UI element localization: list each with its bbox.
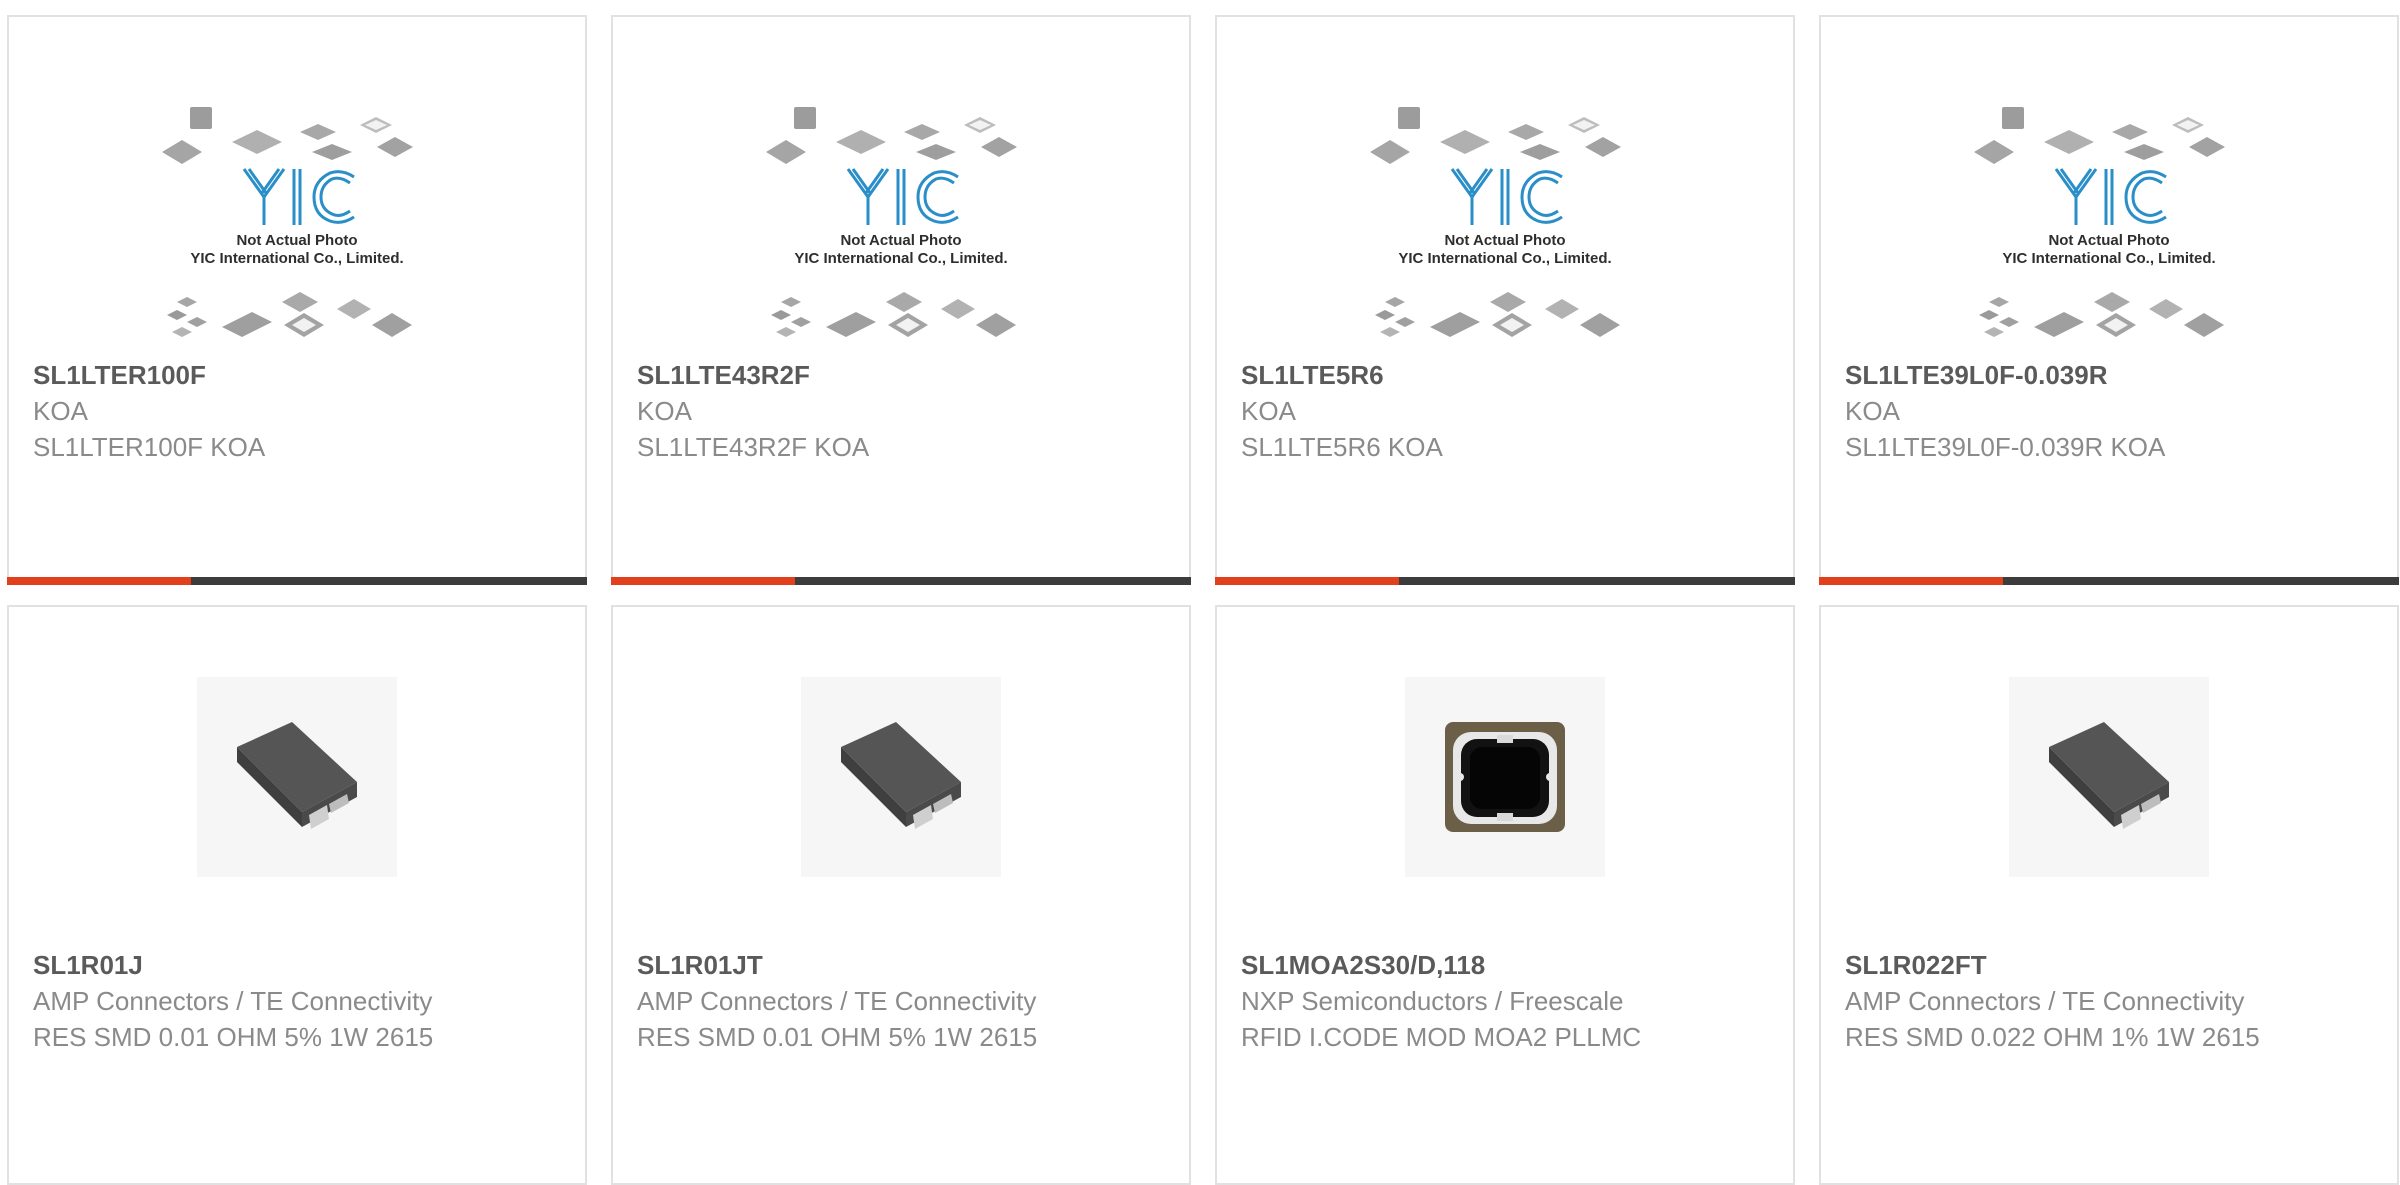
product-image[interactable] — [2009, 677, 2209, 877]
part-number[interactable]: SL1MOA2S30/D,118 — [1241, 947, 1769, 983]
description: RES SMD 0.01 OHM 5% 1W 2615 — [637, 1022, 1038, 1052]
product-image-placeholder[interactable] — [1360, 97, 1650, 355]
part-number[interactable]: SL1R022FT — [1845, 947, 2373, 983]
product-card[interactable]: SL1R01JT AMP Connectors / TE Connectivit… — [611, 605, 1191, 1185]
product-image-placeholder[interactable] — [1964, 97, 2254, 355]
product-info: SL1R01J AMP Connectors / TE Connectivity… — [33, 947, 561, 1055]
description: RFID I.CODE MOD MOA2 PLLMC — [1241, 1022, 1642, 1052]
description: SL1LTE39L0F-0.039R KOA — [1845, 432, 2166, 462]
product-info: SL1R01JT AMP Connectors / TE Connectivit… — [637, 947, 1165, 1055]
product-info: SL1LTE39L0F-0.039R KOA SL1LTE39L0F-0.039… — [1845, 357, 2373, 465]
manufacturer: NXP Semiconductors / Freescale — [1241, 986, 1624, 1016]
part-number[interactable]: SL1LTE39L0F-0.039R — [1845, 357, 2373, 393]
manufacturer: AMP Connectors / TE Connectivity — [637, 986, 1037, 1016]
product-info: SL1LTER100F KOA SL1LTER100F KOA — [33, 357, 561, 465]
product-card[interactable]: SL1MOA2S30/D,118 NXP Semiconductors / Fr… — [1215, 605, 1795, 1185]
part-number[interactable]: SL1R01J — [33, 947, 561, 983]
description: RES SMD 0.022 OHM 1% 1W 2615 — [1845, 1022, 2260, 1052]
card-footer-bar — [1215, 577, 1795, 585]
part-number[interactable]: SL1LTE43R2F — [637, 357, 1165, 393]
part-number[interactable]: SL1LTER100F — [33, 357, 561, 393]
product-card[interactable]: SL1LTE43R2F KOA SL1LTE43R2F KOA — [611, 15, 1191, 585]
manufacturer: AMP Connectors / TE Connectivity — [33, 986, 433, 1016]
card-footer-bar — [611, 577, 1191, 585]
product-card[interactable]: SL1R01J AMP Connectors / TE Connectivity… — [7, 605, 587, 1185]
card-accent-bar — [7, 577, 191, 585]
product-grid: SL1LTER100F KOA SL1LTER100F KOA SL1LTE43… — [0, 0, 2400, 1185]
product-card[interactable]: SL1LTE39L0F-0.039R KOA SL1LTE39L0F-0.039… — [1819, 15, 2399, 585]
manufacturer: AMP Connectors / TE Connectivity — [1845, 986, 2245, 1016]
product-info: SL1LTE5R6 KOA SL1LTE5R6 KOA — [1241, 357, 1769, 465]
product-info: SL1MOA2S30/D,118 NXP Semiconductors / Fr… — [1241, 947, 1769, 1055]
product-info: SL1LTE43R2F KOA SL1LTE43R2F KOA — [637, 357, 1165, 465]
manufacturer: KOA — [1241, 396, 1296, 426]
card-accent-bar — [611, 577, 795, 585]
product-image-placeholder[interactable] — [756, 97, 1046, 355]
description: SL1LTER100F KOA — [33, 432, 266, 462]
product-image[interactable] — [1405, 677, 1605, 877]
card-footer-bar — [1819, 577, 2399, 585]
product-card[interactable]: SL1R022FT AMP Connectors / TE Connectivi… — [1819, 605, 2399, 1185]
product-image-placeholder[interactable] — [152, 97, 442, 355]
part-number[interactable]: SL1LTE5R6 — [1241, 357, 1769, 393]
manufacturer: KOA — [33, 396, 88, 426]
card-footer-bar — [7, 577, 587, 585]
product-info: SL1R022FT AMP Connectors / TE Connectivi… — [1845, 947, 2373, 1055]
manufacturer: KOA — [637, 396, 692, 426]
description: RES SMD 0.01 OHM 5% 1W 2615 — [33, 1022, 434, 1052]
description: SL1LTE5R6 KOA — [1241, 432, 1443, 462]
product-image[interactable] — [197, 677, 397, 877]
part-number[interactable]: SL1R01JT — [637, 947, 1165, 983]
card-accent-bar — [1215, 577, 1399, 585]
card-accent-bar — [1819, 577, 2003, 585]
product-image[interactable] — [801, 677, 1001, 877]
manufacturer: KOA — [1845, 396, 1900, 426]
product-card[interactable]: SL1LTER100F KOA SL1LTER100F KOA — [7, 15, 587, 585]
description: SL1LTE43R2F KOA — [637, 432, 870, 462]
product-card[interactable]: SL1LTE5R6 KOA SL1LTE5R6 KOA — [1215, 15, 1795, 585]
